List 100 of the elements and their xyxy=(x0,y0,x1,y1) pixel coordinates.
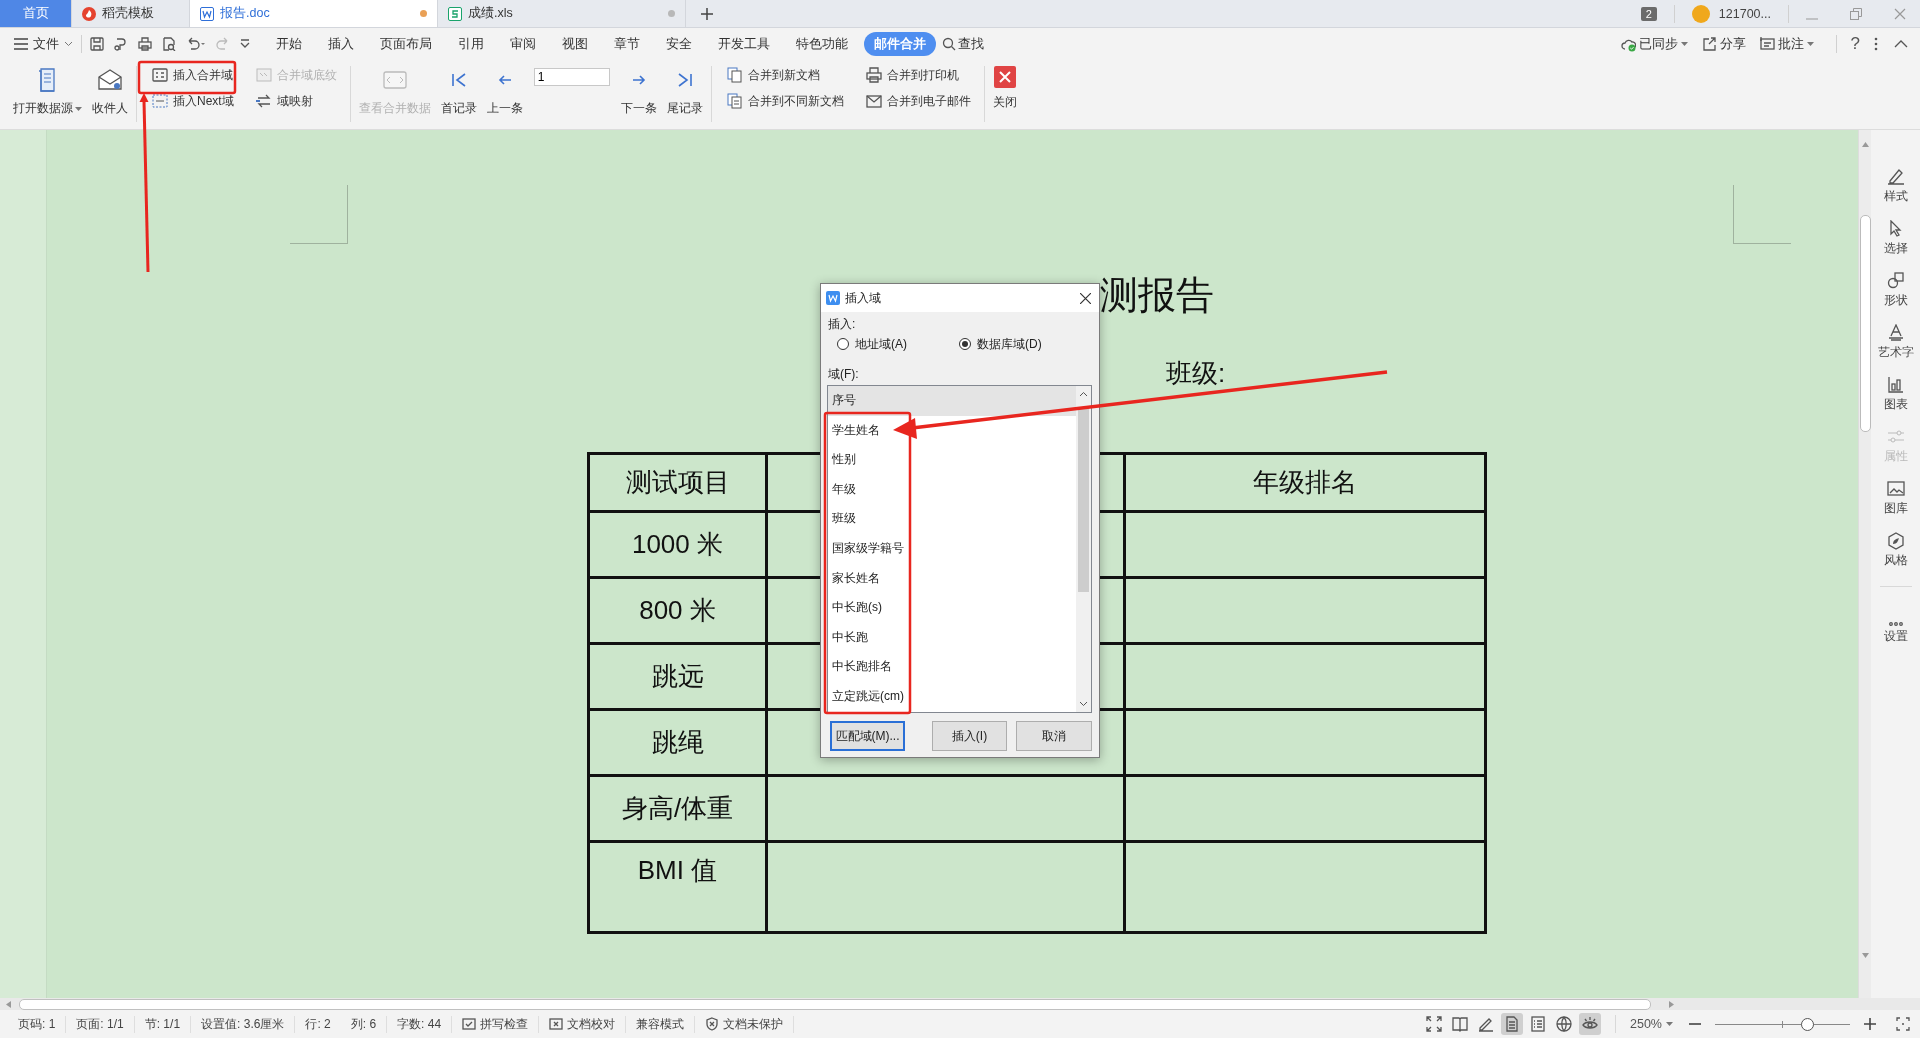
tab[interactable]: 成绩.xls xyxy=(438,0,686,27)
plus-icon[interactable] xyxy=(700,6,714,21)
scrollbar-thumb[interactable] xyxy=(1078,407,1089,592)
menu-tab[interactable]: 安全 xyxy=(656,32,702,56)
list-item[interactable]: 国家级学籍号 xyxy=(828,533,1076,564)
account-name[interactable]: 121700... xyxy=(1718,6,1771,21)
ribbon-button[interactable]: 域映射 xyxy=(251,90,341,112)
menu-tab[interactable]: 引用 xyxy=(448,32,494,56)
ribbon-button[interactable]: 合并到新文档 xyxy=(722,64,848,86)
cross-box-icon xyxy=(549,1017,564,1031)
record-number-field[interactable]: 1 xyxy=(533,68,610,86)
menu-tab[interactable]: 审阅 xyxy=(500,32,546,56)
menu-tab[interactable]: 视图 xyxy=(552,32,598,56)
list-item[interactable]: 年级 xyxy=(828,474,1076,505)
radio-option[interactable]: 数据库域(D) xyxy=(959,335,1042,353)
ribbon-button[interactable]: 合并到不同新文档 xyxy=(722,90,848,112)
list-item[interactable]: 序号 xyxy=(828,386,1076,416)
list-item[interactable]: 家长姓名 xyxy=(828,563,1076,594)
scrollbar-thumb[interactable] xyxy=(19,998,1651,1010)
print-icon[interactable] xyxy=(138,37,152,51)
list-item[interactable]: 中长跑 xyxy=(828,622,1076,653)
caret-icon xyxy=(1680,42,1688,46)
status-button[interactable]: 文档校对 xyxy=(539,1015,627,1033)
zoom-in-icon[interactable] xyxy=(1864,1018,1876,1030)
file-menu[interactable]: 文件 xyxy=(33,35,59,53)
caret-icon xyxy=(1666,1022,1673,1026)
menu-icon[interactable] xyxy=(14,38,28,50)
scroll-up-icon[interactable] xyxy=(1079,391,1088,397)
scroll-down-icon[interactable] xyxy=(1079,701,1088,707)
fit-page-icon[interactable] xyxy=(1896,1017,1910,1031)
dialog-button[interactable]: 插入(I) xyxy=(932,721,1007,751)
menu-tab[interactable]: 开发工具 xyxy=(708,32,780,56)
list-item[interactable]: 班级 xyxy=(828,504,1076,534)
close-icon[interactable] xyxy=(1080,292,1091,304)
sidebar-item[interactable]: 选择 xyxy=(1883,212,1908,264)
chevron-up-icon[interactable] xyxy=(1894,40,1908,48)
view-button[interactable] xyxy=(1423,1013,1445,1035)
view-button[interactable] xyxy=(1579,1013,1601,1035)
view-button[interactable] xyxy=(1501,1013,1523,1035)
undo-icon[interactable] xyxy=(186,37,206,51)
list-item[interactable]: 立定跳远(cm) xyxy=(828,681,1076,712)
toolbar-button[interactable]: 分享 xyxy=(1719,35,1746,53)
menu-tab[interactable]: 页面布局 xyxy=(370,32,442,56)
table-cell-text: 1000 米 xyxy=(631,528,724,561)
ribbon-button[interactable]: 首记录 xyxy=(437,64,480,124)
sidebar-item[interactable]: 图表 xyxy=(1883,368,1908,420)
dialog-button[interactable]: 取消 xyxy=(1016,721,1092,751)
brush-icon[interactable] xyxy=(114,37,128,51)
list-item[interactable]: 学生姓名 xyxy=(828,415,1076,446)
more-options-icon[interactable] xyxy=(1874,37,1878,51)
share-icon[interactable] xyxy=(1701,36,1717,52)
more-icon[interactable] xyxy=(240,39,250,49)
tab[interactable]: 首页 xyxy=(0,0,72,27)
help-button[interactable]: ? xyxy=(1850,34,1860,54)
list-item[interactable]: 性别 xyxy=(828,445,1076,475)
search-icon[interactable] xyxy=(942,37,956,51)
field-list[interactable]: 序号 学生姓名 性别 年级 班级 国家级学籍号 家长姓名 中长跑(s) 中长跑 中长跑排名 立定跳远(cm) xyxy=(827,385,1092,713)
menu-tab[interactable]: 插入 xyxy=(318,32,364,56)
list-item[interactable]: 中长跑(s) xyxy=(828,593,1076,623)
ribbon-button[interactable]: 合并到打印机 xyxy=(861,64,975,86)
slider-thumb[interactable] xyxy=(1800,1017,1814,1031)
ribbon-button[interactable]: 插入合并域 xyxy=(148,64,238,86)
sidebar-item[interactable]: 样式 xyxy=(1883,160,1908,212)
status-button[interactable]: 拼写检查 xyxy=(452,1015,540,1033)
ribbon-button[interactable]: 合并到电子邮件 xyxy=(861,90,975,112)
sidebar-item[interactable]: 图库 xyxy=(1883,472,1908,524)
save-icon[interactable] xyxy=(90,37,104,51)
picture-icon xyxy=(1886,479,1905,498)
tab[interactable]: 报告.doc xyxy=(190,0,438,27)
menu-tab[interactable]: 章节 xyxy=(604,32,650,56)
sidebar-item[interactable]: 艺术字 xyxy=(1877,316,1914,368)
ribbon-button[interactable]: 收件人 xyxy=(89,64,131,124)
toolbar-button[interactable]: 已同步 xyxy=(1638,35,1688,53)
view-button[interactable] xyxy=(1553,1013,1575,1035)
print-preview-icon[interactable] xyxy=(162,37,176,51)
ribbon-button[interactable]: 插入Next域 xyxy=(148,90,238,112)
status-text: 页码: 1 xyxy=(8,1015,67,1033)
menu-tab[interactable]: 开始 xyxy=(266,32,312,56)
zoom-level[interactable]: 250% xyxy=(1630,1017,1662,1031)
sidebar-item[interactable]: 形状 xyxy=(1883,264,1908,316)
spreadsheet-icon xyxy=(448,6,462,21)
status-button[interactable]: 文档未保护 xyxy=(695,1015,795,1033)
ribbon-button[interactable]: 打开数据源 xyxy=(10,64,85,124)
status-text: 列: 6 xyxy=(340,1015,388,1033)
ribbon-button[interactable]: 关闭 xyxy=(989,64,1020,124)
sidebar-item[interactable]: 风格 xyxy=(1883,524,1908,576)
toolbar-button[interactable]: 批注 xyxy=(1777,35,1814,53)
ribbon-button[interactable]: 下一条 xyxy=(617,64,660,124)
sidebar-item[interactable]: 设置 xyxy=(1883,607,1908,659)
search-button[interactable]: 查找 xyxy=(958,35,984,53)
ribbon-button[interactable]: 上一条 xyxy=(483,64,526,124)
radio-option[interactable]: 地址域(A) xyxy=(837,335,959,353)
ribbon-button[interactable]: 尾记录 xyxy=(663,64,706,124)
menu-tab[interactable]: 特色功能 xyxy=(786,32,858,56)
scrollbar-thumb[interactable] xyxy=(1859,215,1871,432)
comment-icon[interactable] xyxy=(1759,36,1775,52)
dialog-button[interactable]: 匹配域(M)... xyxy=(830,721,905,751)
status-text: 节: 1/1 xyxy=(134,1015,192,1033)
list-item[interactable]: 中长跑排名 xyxy=(828,652,1076,682)
crop-mark xyxy=(290,185,348,244)
